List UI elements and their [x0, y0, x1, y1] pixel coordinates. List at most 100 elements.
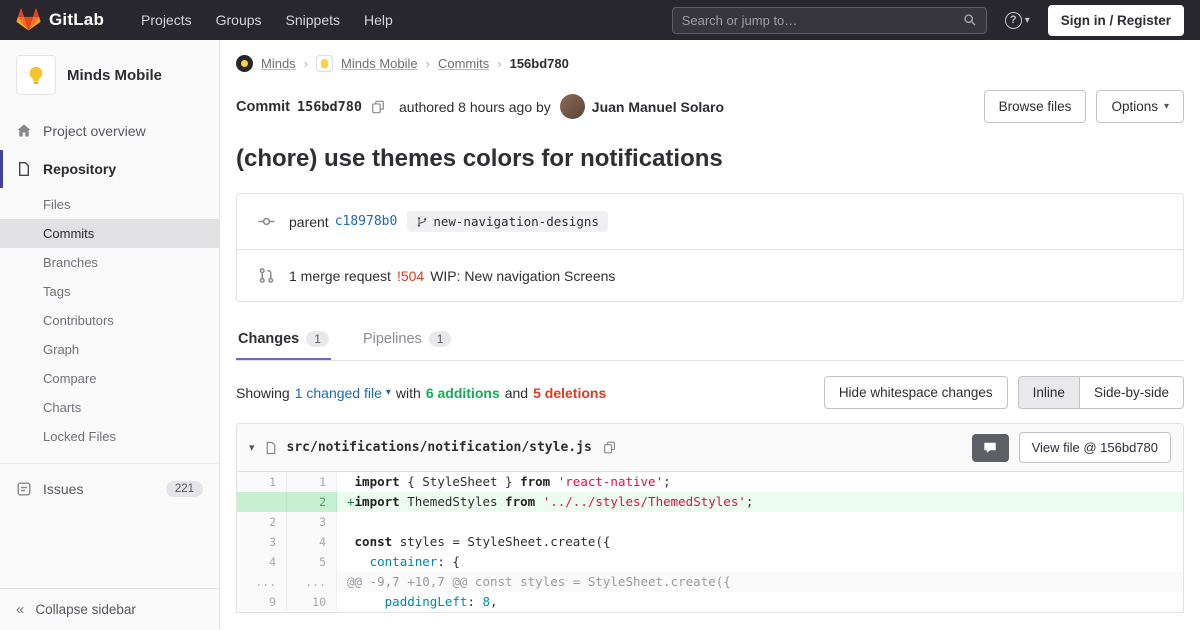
new-line-number[interactable]: ...	[287, 572, 337, 592]
mr-ref-link[interactable]: !504	[397, 268, 424, 284]
authored-text: authored 8 hours ago by	[399, 98, 551, 115]
breadcrumb-separator: ›	[425, 56, 430, 71]
tabs: Changes 1 Pipelines 1	[236, 318, 1184, 361]
browse-files-button[interactable]: Browse files	[983, 90, 1087, 123]
breadcrumb-item-commits[interactable]: Commits	[438, 56, 489, 71]
sidebar-item-branches[interactable]: Branches	[0, 248, 219, 277]
parent-sha-link[interactable]: c18978b0	[335, 214, 398, 229]
collapse-file-toggle[interactable]: ▾	[249, 441, 255, 454]
branch-badge[interactable]: new-navigation-designs	[407, 211, 608, 232]
old-line-number[interactable]	[237, 492, 287, 512]
side-by-side-view-button[interactable]: Side-by-side	[1078, 376, 1184, 409]
old-line-number[interactable]: ...	[237, 572, 287, 592]
parent-label: parent	[289, 213, 329, 230]
commit-icon	[253, 213, 279, 230]
sidebar-item-tags[interactable]: Tags	[0, 277, 219, 306]
view-file-button[interactable]: View file @ 156bd780	[1018, 432, 1171, 463]
sidebar-item-graph[interactable]: Graph	[0, 335, 219, 364]
sidebar-item-label: Repository	[43, 161, 117, 177]
new-line-number[interactable]: 5	[287, 552, 337, 572]
code-cell: +import ThemedStyles from '../../styles/…	[337, 492, 1183, 512]
breadcrumb-item-156bd780: 156bd780	[509, 56, 569, 71]
new-line-number[interactable]: 4	[287, 532, 337, 552]
new-line-number[interactable]: 3	[287, 512, 337, 532]
diff-line: 2 +import ThemedStyles from '../../styles…	[237, 492, 1183, 512]
sidebar-item-commits[interactable]: Commits	[0, 219, 219, 248]
diff-line: 45 container: {	[237, 552, 1183, 572]
mr-count-text: 1 merge request	[289, 267, 391, 284]
home-icon	[17, 124, 31, 137]
search-input[interactable]	[681, 12, 963, 28]
sidebar-item-files[interactable]: Files	[0, 190, 219, 219]
sidebar-item-contributors[interactable]: Contributors	[0, 306, 219, 335]
copy-path-button[interactable]	[601, 439, 618, 456]
commit-sha: 156bd780	[296, 98, 363, 115]
hide-whitespace-button[interactable]: Hide whitespace changes	[823, 376, 1008, 409]
issues-icon	[17, 482, 31, 496]
breadcrumb-item-minds[interactable]: Minds	[261, 56, 296, 71]
old-line-number[interactable]: 4	[237, 552, 287, 572]
new-line-number[interactable]: 1	[287, 472, 337, 492]
code-cell	[337, 512, 1183, 532]
changed-files-dropdown[interactable]: 1 changed file ▾	[295, 385, 391, 401]
diff-file-actions: View file @ 156bd780	[971, 432, 1171, 463]
tab-pipelines[interactable]: Pipelines 1	[361, 318, 454, 360]
commit-header: Commit 156bd780 authored 8 hours ago by …	[236, 82, 1184, 137]
sidebar-item-repository[interactable]: Repository	[0, 150, 219, 188]
options-dropdown-button[interactable]: Options ▾	[1096, 90, 1184, 123]
collapse-sidebar-button[interactable]: « Collapse sidebar	[0, 588, 219, 630]
breadcrumb: Minds › Minds Mobile › Commits › 156bd780	[236, 40, 1184, 82]
old-line-number[interactable]: 2	[237, 512, 287, 532]
old-line-number[interactable]: 3	[237, 532, 287, 552]
copy-icon	[603, 441, 615, 454]
author-avatar[interactable]	[559, 94, 585, 119]
nav-link-snippets[interactable]: Snippets	[275, 6, 351, 34]
diff-marker: +	[347, 494, 355, 509]
tab-changes[interactable]: Changes 1	[236, 318, 331, 360]
search-box[interactable]	[671, 6, 987, 34]
brand-name: GitLab	[49, 10, 105, 29]
tab-count-badge: 1	[306, 331, 329, 347]
sidebar-item-compare[interactable]: Compare	[0, 364, 219, 393]
author-name[interactable]: Juan Manuel Solaro	[592, 99, 724, 115]
toggle-comments-button[interactable]	[971, 433, 1009, 462]
tab-label: Pipelines	[362, 331, 422, 347]
copy-sha-button[interactable]	[369, 98, 387, 116]
sidebar-item-issues[interactable]: Issues 221	[0, 470, 219, 508]
diff-file-path[interactable]: src/notifications/notification/style.js	[287, 440, 592, 455]
sidebar-item-locked-files[interactable]: Locked Files	[0, 422, 219, 451]
code-cell: container: {	[337, 552, 1183, 572]
nav-link-projects[interactable]: Projects	[130, 6, 203, 34]
branch-icon	[418, 216, 427, 227]
new-line-number[interactable]: 2	[287, 492, 337, 512]
diff-mode-toggle: Inline Side-by-side	[1017, 376, 1184, 409]
nav-link-groups[interactable]: Groups	[205, 6, 273, 34]
sidebar-item-label: Issues	[43, 481, 84, 497]
diff-view-controls: Hide whitespace changes Inline Side-by-s…	[823, 376, 1184, 409]
inline-view-button[interactable]: Inline	[1017, 376, 1080, 409]
top-navbar: GitLab ProjectsGroupsSnippetsHelp ? ▾ Si…	[0, 0, 1200, 40]
branch-name: new-navigation-designs	[433, 214, 599, 229]
minds-avatar	[236, 55, 253, 72]
nav-links: Projects Groups Snippets Help	[130, 6, 404, 34]
old-line-number[interactable]: 9	[237, 592, 287, 612]
breadcrumb-item-minds-mobile[interactable]: Minds Mobile	[341, 56, 418, 71]
sign-in-button[interactable]: Sign in / Register	[1047, 4, 1184, 36]
tab-label: Changes	[238, 331, 300, 347]
diff-marker	[347, 534, 355, 549]
help-icon: ?	[1004, 11, 1022, 29]
collapse-sidebar-label: Collapse sidebar	[35, 602, 136, 617]
old-line-number[interactable]: 1	[237, 472, 287, 492]
changed-files-label: 1 changed file	[294, 384, 382, 401]
new-line-number[interactable]: 10	[287, 592, 337, 612]
gitlab-home-link[interactable]: GitLab	[16, 8, 104, 32]
breadcrumb-separator: ›	[303, 56, 309, 71]
diff-line: ...... @@ -9,7 +10,7 @@ const styles = St…	[237, 572, 1183, 592]
search-icon[interactable]	[963, 13, 977, 27]
help-menu[interactable]: ? ▾	[1004, 11, 1030, 29]
project-header-link[interactable]: Minds Mobile	[0, 40, 219, 108]
diff-marker	[347, 474, 355, 489]
sidebar-item-charts[interactable]: Charts	[0, 393, 219, 422]
nav-link-help[interactable]: Help	[353, 6, 404, 34]
sidebar-item-project-overview[interactable]: Project overview	[0, 112, 219, 150]
